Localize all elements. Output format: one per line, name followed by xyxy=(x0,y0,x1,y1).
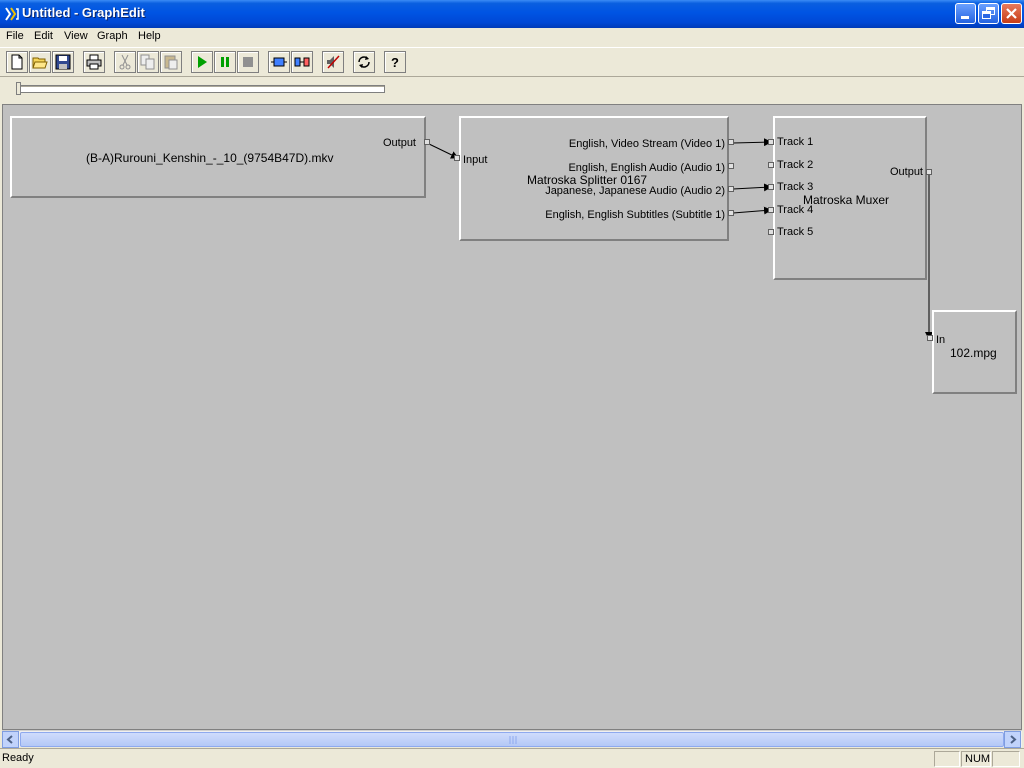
stop-button[interactable] xyxy=(237,51,259,73)
status-panel-num: NUM xyxy=(961,751,991,767)
cut-button[interactable] xyxy=(114,51,136,73)
save-icon xyxy=(55,54,71,70)
copy-icon xyxy=(140,54,155,70)
minimize-icon xyxy=(961,16,969,19)
stop-icon xyxy=(243,57,253,67)
muxer-input-label: Track 2 xyxy=(777,159,814,171)
minimize-button[interactable] xyxy=(955,3,976,24)
splitter-output-pin[interactable] xyxy=(728,186,734,192)
source-output-pin-label: Output xyxy=(382,137,416,149)
splitter-output-label: English, English Audio (Audio 1) xyxy=(568,162,725,174)
menu-view[interactable]: View xyxy=(64,30,88,42)
menu-file[interactable]: File xyxy=(6,30,24,42)
paste-button[interactable] xyxy=(160,51,182,73)
muxer-input-label: Track 5 xyxy=(777,226,814,238)
refresh-icon xyxy=(358,56,370,68)
writer-filter-name: 102.mpg xyxy=(950,346,997,360)
close-icon xyxy=(1006,8,1017,19)
muxer-input-pin[interactable] xyxy=(768,184,774,190)
grip-icon xyxy=(509,736,517,744)
muxer-filter-name: Matroska Muxer xyxy=(803,193,890,207)
source-filter[interactable]: (B-A)Rurouni_Kenshin_-_10_(9754B47D).mkv… xyxy=(10,116,426,198)
new-icon xyxy=(11,54,23,70)
status-panel-caps xyxy=(934,751,960,767)
toolbar: ? xyxy=(0,47,1024,77)
connect-button[interactable] xyxy=(291,51,313,73)
muxer-input-label: Track 3 xyxy=(777,181,814,193)
muxer-input-pin[interactable] xyxy=(768,139,774,145)
refresh-button[interactable] xyxy=(353,51,375,73)
open-button[interactable] xyxy=(29,51,51,73)
status-text: Ready xyxy=(2,752,34,764)
scroll-right-button[interactable] xyxy=(1004,731,1021,748)
splitter-output-pin[interactable] xyxy=(728,210,734,216)
status-panel-scroll xyxy=(992,751,1020,767)
writer-filter[interactable]: In 102.mpg xyxy=(932,310,1017,394)
print-button[interactable] xyxy=(83,51,105,73)
play-icon xyxy=(198,56,207,68)
close-button[interactable] xyxy=(1001,3,1022,24)
mute-button[interactable] xyxy=(322,51,344,73)
scrollbar-thumb[interactable] xyxy=(20,732,1004,747)
muxer-input-pin[interactable] xyxy=(768,162,774,168)
source-filter-name: (B-A)Rurouni_Kenshin_-_10_(9754B47D).mkv xyxy=(86,151,334,165)
splitter-output-pin[interactable] xyxy=(728,163,734,169)
connection-subtitle-to-track4[interactable] xyxy=(732,206,772,215)
cut-icon xyxy=(119,54,131,70)
splitter-filter[interactable]: Input Matroska Splitter 0167 English, Vi… xyxy=(459,116,729,241)
splitter-output-label: English, English Subtitles (Subtitle 1) xyxy=(545,209,725,221)
splitter-output-label: Japanese, Japanese Audio (Audio 2) xyxy=(545,185,725,197)
menu-edit[interactable]: Edit xyxy=(34,30,53,42)
horizontal-scrollbar[interactable] xyxy=(2,730,1022,748)
help-icon: ? xyxy=(391,55,399,70)
help-button[interactable]: ? xyxy=(384,51,406,73)
graph-canvas[interactable]: (B-A)Rurouni_Kenshin_-_10_(9754B47D).mkv… xyxy=(2,104,1022,730)
scroll-left-button[interactable] xyxy=(2,731,19,748)
play-button[interactable] xyxy=(191,51,213,73)
menu-help[interactable]: Help xyxy=(138,30,161,42)
splitter-output-pin[interactable] xyxy=(728,139,734,145)
chevron-right-icon xyxy=(1010,735,1017,744)
muxer-output-pin-label: Output xyxy=(889,166,923,178)
muxer-input-pin[interactable] xyxy=(768,229,774,235)
seek-slider-thumb[interactable] xyxy=(16,82,21,95)
muxer-output-pin[interactable] xyxy=(926,169,932,175)
paste-icon xyxy=(164,55,178,70)
mute-icon xyxy=(327,55,340,69)
connection-video-to-track1[interactable] xyxy=(732,138,772,147)
chevron-left-icon xyxy=(6,735,13,744)
splitter-input-pin-label: Input xyxy=(463,154,488,166)
graphedit-app-icon xyxy=(5,7,19,21)
seek-bar xyxy=(0,78,1024,102)
insert-filter-button[interactable] xyxy=(268,51,290,73)
splitter-output-label: English, Video Stream (Video 1) xyxy=(568,138,725,150)
seek-track[interactable] xyxy=(17,85,385,93)
source-output-pin[interactable] xyxy=(424,139,430,145)
muxer-input-label: Track 1 xyxy=(777,136,814,148)
filter-icon xyxy=(271,57,287,67)
copy-button[interactable] xyxy=(137,51,159,73)
open-icon xyxy=(32,57,48,69)
restore-button[interactable] xyxy=(978,3,999,24)
splitter-input-pin[interactable] xyxy=(454,155,460,161)
save-button[interactable] xyxy=(52,51,74,73)
muxer-filter[interactable]: Track 1 Track 2 Track 3 Track 4 Track 5 … xyxy=(773,116,927,280)
menu-bar: File Edit View Graph Help xyxy=(0,28,1024,46)
connection-audio2-to-track3[interactable] xyxy=(732,183,772,192)
print-icon xyxy=(86,54,102,70)
connect-icon xyxy=(294,57,310,67)
writer-input-pin[interactable] xyxy=(927,335,933,341)
window-title: Untitled - GraphEdit xyxy=(22,5,145,20)
menu-graph[interactable]: Graph xyxy=(97,30,128,42)
status-bar: Ready NUM xyxy=(0,748,1024,768)
title-bar: Untitled - GraphEdit xyxy=(0,0,1024,28)
pause-button[interactable] xyxy=(214,51,236,73)
num-lock-indicator: NUM xyxy=(965,753,991,765)
svg-text:?: ? xyxy=(391,55,399,70)
writer-input-pin-label: In xyxy=(936,334,946,346)
new-button[interactable] xyxy=(6,51,28,73)
pause-icon xyxy=(221,57,229,67)
muxer-input-pin[interactable] xyxy=(768,207,774,213)
